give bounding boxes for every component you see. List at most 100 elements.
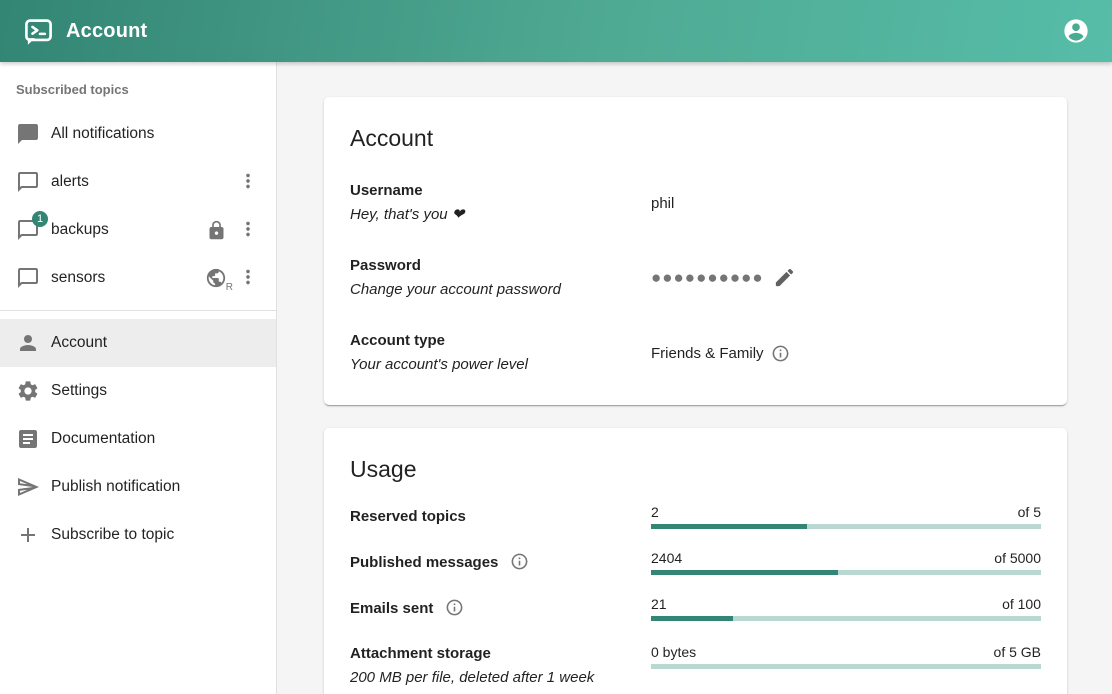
send-icon bbox=[16, 475, 40, 499]
progress-fill bbox=[651, 616, 733, 621]
reserved-topics-row: Reserved topics 2 of 5 bbox=[350, 504, 1041, 529]
sidebar-item-label: sensors bbox=[51, 269, 105, 287]
sidebar-item-label: Publish notification bbox=[51, 478, 180, 496]
chat-bubble-outline-icon: 1 bbox=[16, 218, 40, 242]
sidebar: Subscribed topics All notifications aler… bbox=[0, 62, 277, 694]
progress-fill bbox=[651, 524, 807, 529]
progress-bar bbox=[651, 616, 1041, 621]
password-row: Password Change your account password ●●… bbox=[350, 254, 1041, 302]
sidebar-item-topic-alerts[interactable]: alerts bbox=[0, 158, 276, 206]
attachment-storage-label-block: Attachment storage 200 MB per file, dele… bbox=[350, 642, 651, 690]
info-icon[interactable] bbox=[510, 552, 529, 571]
sidebar-item-label: backups bbox=[51, 221, 109, 239]
sidebar-item-subscribe-to-topic[interactable]: Subscribe to topic bbox=[0, 511, 276, 559]
account-type-text: Friends & Family bbox=[651, 345, 764, 362]
page-title: Account bbox=[66, 20, 147, 43]
reserved-topics-meter: 2 of 5 bbox=[651, 504, 1041, 529]
sidebar-item-documentation[interactable]: Documentation bbox=[0, 415, 276, 463]
sidebar-item-topic-sensors[interactable]: sensors R bbox=[0, 254, 276, 302]
sidebar-item-label: All notifications bbox=[51, 125, 154, 143]
reserved-subscript: R bbox=[226, 282, 233, 293]
pencil-icon bbox=[773, 266, 796, 289]
chat-bubble-outline-icon bbox=[16, 266, 40, 290]
meter-current: 2 bbox=[651, 504, 659, 520]
account-type-subtitle: Your account's power level bbox=[350, 353, 651, 377]
chat-bubble-outline-icon bbox=[16, 170, 40, 194]
password-masked-value: ●●●●●●●●●● bbox=[651, 268, 764, 288]
more-vert-icon bbox=[237, 266, 259, 288]
info-icon[interactable] bbox=[771, 344, 790, 363]
sidebar-item-settings[interactable]: Settings bbox=[0, 367, 276, 415]
password-value: ●●●●●●●●●● bbox=[651, 266, 1041, 290]
attachment-storage-subtitle: 200 MB per file, deleted after 1 week bbox=[350, 666, 651, 690]
username-label-block: Username Hey, that's you ❤ bbox=[350, 179, 651, 227]
sidebar-item-label: Account bbox=[51, 334, 107, 352]
topic-menu-button[interactable] bbox=[236, 266, 260, 290]
info-icon[interactable] bbox=[445, 598, 464, 617]
published-messages-row: Published messages 2404 of 5000 bbox=[350, 550, 1041, 575]
app-header: Account bbox=[0, 0, 1112, 62]
sidebar-item-all-notifications[interactable]: All notifications bbox=[0, 110, 276, 158]
username-label: Username bbox=[350, 179, 651, 203]
sidebar-item-label: alerts bbox=[51, 173, 89, 191]
account-card-title: Account bbox=[350, 125, 1041, 152]
account-avatar-button[interactable] bbox=[1062, 17, 1090, 45]
sidebar-nav-list: Account Settings Documentation Publish n… bbox=[0, 311, 276, 567]
usage-card-title: Usage bbox=[350, 456, 1041, 483]
main-content: Account Username Hey, that's you ❤ phil … bbox=[277, 62, 1112, 694]
published-messages-meter: 2404 of 5000 bbox=[651, 550, 1041, 575]
sidebar-item-label: Subscribe to topic bbox=[51, 526, 174, 544]
published-messages-text: Published messages bbox=[350, 554, 498, 571]
sidebar-item-label: Settings bbox=[51, 382, 107, 400]
sidebar-item-topic-backups[interactable]: 1 backups bbox=[0, 206, 276, 254]
meter-current: 0 bytes bbox=[651, 644, 696, 660]
sidebar-item-account[interactable]: Account bbox=[0, 319, 276, 367]
username-subtitle: Hey, that's you ❤ bbox=[350, 203, 651, 227]
username-value: phil bbox=[651, 195, 1041, 212]
password-label-block: Password Change your account password bbox=[350, 254, 651, 302]
attachment-storage-row: Attachment storage 200 MB per file, dele… bbox=[350, 642, 1041, 690]
attachment-storage-label: Attachment storage bbox=[350, 642, 651, 666]
password-subtitle: Change your account password bbox=[350, 278, 651, 302]
more-vert-icon bbox=[237, 218, 259, 240]
topic-menu-button[interactable] bbox=[236, 218, 260, 242]
globe-reserved-icon: R bbox=[204, 266, 228, 290]
usage-card: Usage Reserved topics 2 of 5 Published m… bbox=[324, 428, 1067, 694]
more-vert-icon bbox=[237, 170, 259, 192]
emails-sent-row: Emails sent 21 of 100 bbox=[350, 596, 1041, 621]
reserved-topics-label: Reserved topics bbox=[350, 505, 651, 529]
emails-sent-meter: 21 of 100 bbox=[651, 596, 1041, 621]
username-row: Username Hey, that's you ❤ phil bbox=[350, 179, 1041, 227]
account-type-row: Account type Your account's power level … bbox=[350, 329, 1041, 377]
account-card: Account Username Hey, that's you ❤ phil … bbox=[324, 97, 1067, 405]
chat-bubble-filled-icon bbox=[16, 122, 40, 146]
lock-icon bbox=[204, 218, 228, 242]
progress-bar bbox=[651, 570, 1041, 575]
subscribed-topics-header: Subscribed topics bbox=[0, 70, 276, 110]
password-label: Password bbox=[350, 254, 651, 278]
emails-sent-label: Emails sent bbox=[350, 597, 651, 621]
attachment-storage-meter: 0 bytes of 5 GB bbox=[651, 644, 1041, 669]
account-type-label: Account type bbox=[350, 329, 651, 353]
progress-fill bbox=[651, 570, 838, 575]
published-messages-label: Published messages bbox=[350, 551, 651, 575]
account-circle-icon bbox=[1062, 17, 1090, 45]
gear-icon bbox=[16, 379, 40, 403]
meter-limit: of 5000 bbox=[994, 550, 1041, 566]
progress-bar bbox=[651, 524, 1041, 529]
meter-limit: of 100 bbox=[1002, 596, 1041, 612]
person-icon bbox=[16, 331, 40, 355]
meter-limit: of 5 GB bbox=[994, 644, 1041, 660]
meter-current: 2404 bbox=[651, 550, 682, 566]
sidebar-item-publish-notification[interactable]: Publish notification bbox=[0, 463, 276, 511]
subscribed-topics-list: Subscribed topics All notifications aler… bbox=[0, 62, 276, 310]
topic-menu-button[interactable] bbox=[236, 170, 260, 194]
ntfy-logo-icon bbox=[24, 17, 53, 46]
meter-limit: of 5 bbox=[1018, 504, 1041, 520]
account-type-value: Friends & Family bbox=[651, 344, 1041, 363]
sidebar-item-label: Documentation bbox=[51, 430, 155, 448]
unread-count-badge: 1 bbox=[32, 211, 48, 227]
plus-icon bbox=[16, 523, 40, 547]
edit-password-button[interactable] bbox=[773, 266, 797, 290]
account-type-label-block: Account type Your account's power level bbox=[350, 329, 651, 377]
